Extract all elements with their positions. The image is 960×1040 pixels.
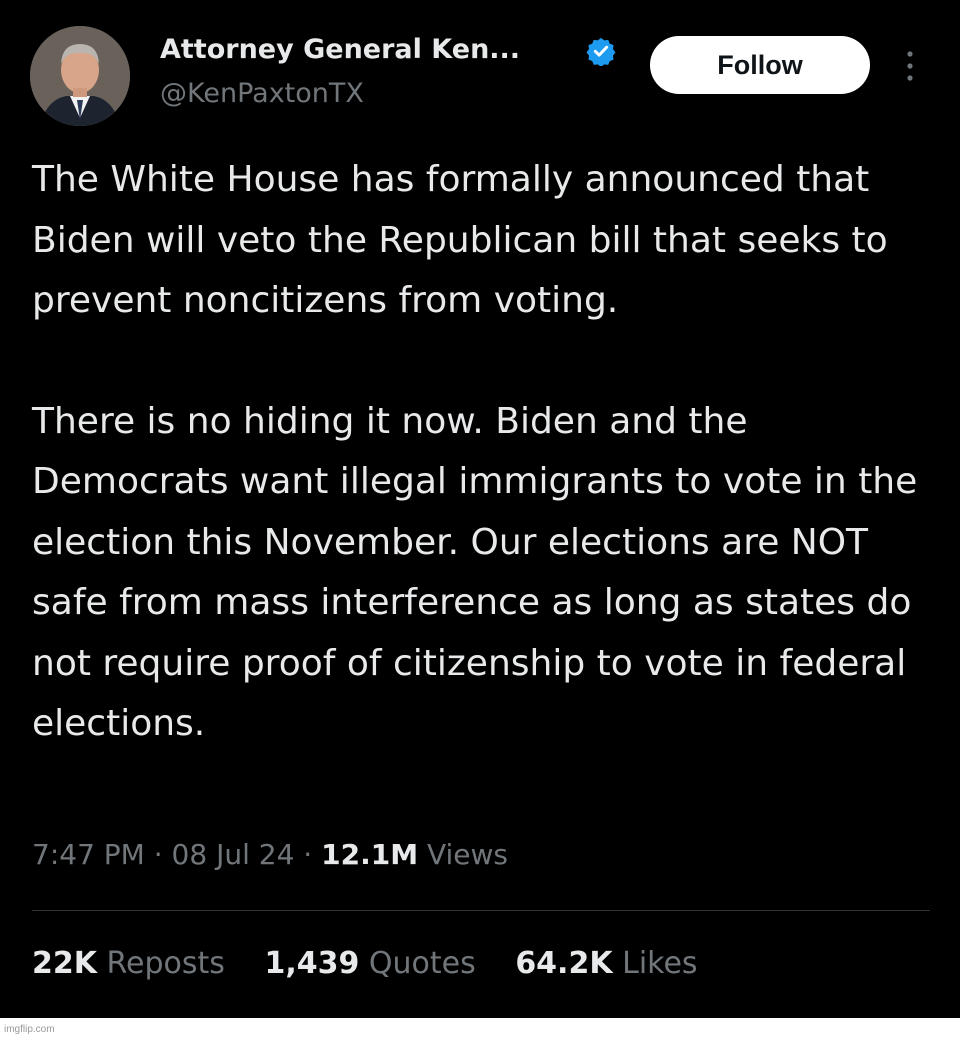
quotes-count: 1,439 <box>264 946 360 981</box>
quotes-stat[interactable]: 1,439 Quotes <box>264 946 475 981</box>
verified-badge-icon <box>586 37 616 66</box>
follow-button[interactable]: Follow <box>650 36 870 94</box>
views-label: Views <box>426 838 509 871</box>
author-display-name[interactable]: Attorney General Ken... <box>160 34 520 65</box>
tweet-body: The White House has formally announced t… <box>32 150 942 755</box>
divider <box>32 910 930 911</box>
tweet-paragraph-1: The White House has formally announced t… <box>32 159 888 321</box>
likes-stat[interactable]: 64.2K Likes <box>515 946 697 981</box>
author-handle[interactable]: @KenPaxtonTX <box>160 78 364 109</box>
avatar[interactable] <box>30 26 130 126</box>
likes-count: 64.2K <box>515 946 613 981</box>
tweet-date[interactable]: 08 Jul 24 <box>172 838 295 871</box>
views-count: 12.1M <box>321 838 419 871</box>
tweet-time[interactable]: 7:47 PM <box>32 838 145 871</box>
tweet-stats: 22K Reposts 1,439 Quotes 64.2K Likes <box>32 946 728 981</box>
reposts-label: Reposts <box>106 946 225 981</box>
watermark: imgflip.com <box>4 1024 55 1035</box>
reposts-stat[interactable]: 22K Reposts <box>32 946 225 981</box>
tweet-paragraph-2: There is no hiding it now. Biden and the… <box>32 400 918 745</box>
meta-separator: · <box>153 838 172 871</box>
meta-separator: · <box>303 838 322 871</box>
tweet-metadata: 7:47 PM · 08 Jul 24 · 12.1M Views <box>32 838 508 871</box>
more-vertical-icon[interactable] <box>898 48 922 84</box>
reposts-count: 22K <box>32 946 97 981</box>
avatar-image <box>30 26 130 126</box>
quotes-label: Quotes <box>368 946 476 981</box>
tweet-card: Attorney General Ken... @KenPaxtonTX Fol… <box>0 0 960 1018</box>
likes-label: Likes <box>622 946 698 981</box>
